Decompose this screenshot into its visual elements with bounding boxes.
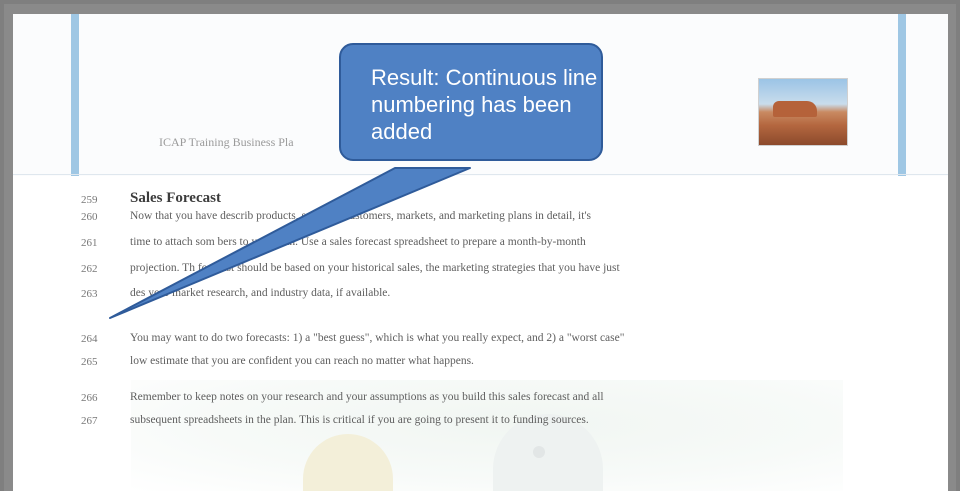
callout-pointer-shape	[109, 167, 471, 319]
callout-text: Result: Continuous line numbering has be…	[371, 65, 598, 144]
